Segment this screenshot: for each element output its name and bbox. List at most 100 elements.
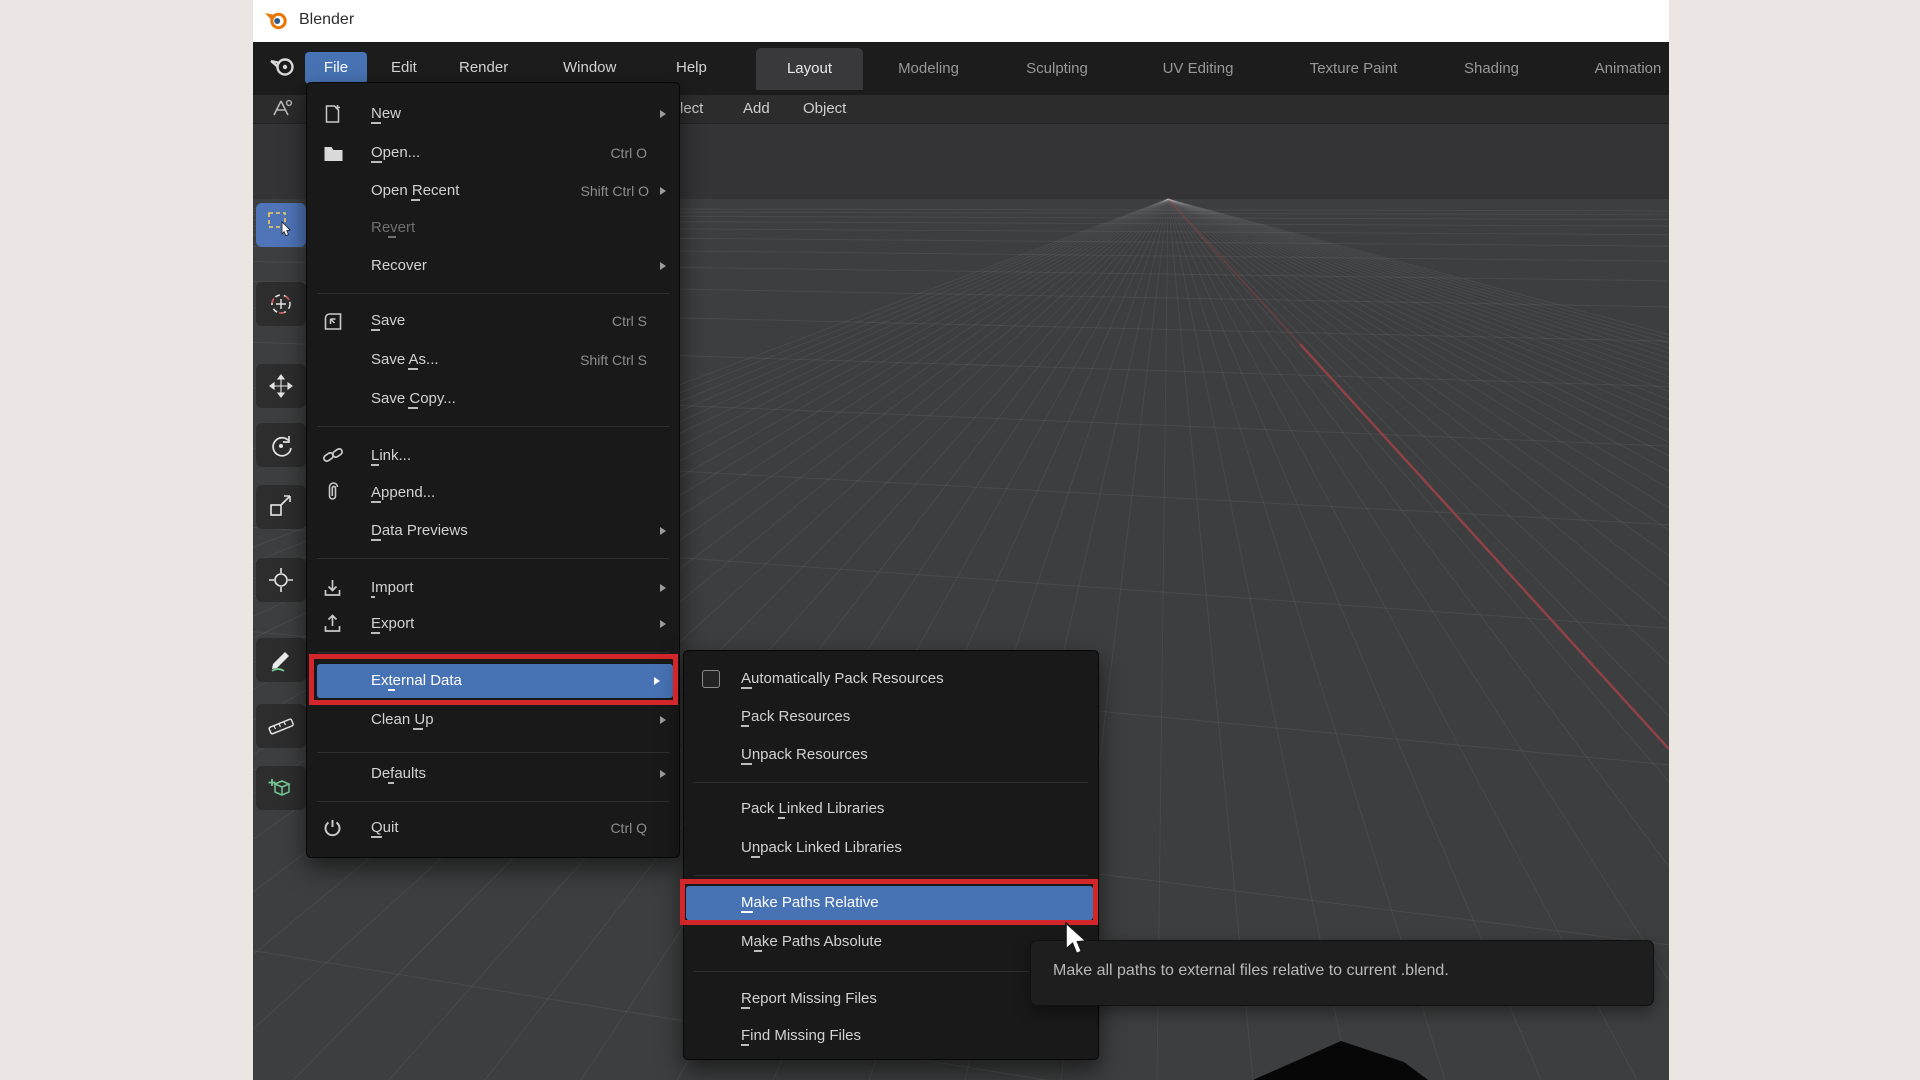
measure-icon (268, 718, 294, 735)
tool-add-cube[interactable] (256, 766, 306, 810)
menu-item-label: Data Previews (371, 522, 468, 539)
editor-type-icon[interactable] (270, 98, 294, 120)
menu-item-unpack-linked-libraries[interactable]: Unpack Linked Libraries (684, 831, 1098, 865)
blender-logo-icon (265, 12, 287, 30)
annotation-box-make-paths-relative (680, 879, 1098, 925)
menu-item-open-recent[interactable]: Open Recent Shift Ctrl O (307, 174, 679, 208)
menu-edit[interactable]: Edit (383, 52, 425, 84)
menu-item-automatically-pack-resources[interactable]: Automatically Pack Resources (684, 662, 1098, 696)
submenu-arrow-icon (660, 527, 666, 535)
menu-item-label: Report Missing Files (741, 990, 877, 1007)
viewport-menu-select-partial[interactable]: lect (680, 99, 703, 119)
menu-item-label: Revert (371, 219, 416, 236)
tool-scale[interactable] (256, 485, 306, 529)
accelerator-underline (371, 539, 381, 541)
tab-animation[interactable]: Animation (1578, 48, 1669, 90)
accelerator-underline (371, 161, 382, 163)
power-icon (321, 817, 345, 839)
menu-separator (317, 293, 669, 294)
menu-separator (317, 801, 669, 802)
accelerator-underline (371, 464, 379, 466)
menu-item-defaults[interactable]: Defaults (307, 757, 679, 791)
tab-texture-paint[interactable]: Texture Paint (1287, 48, 1420, 90)
menu-item-label: Pack Resources (741, 708, 851, 725)
accelerator-underline (754, 950, 762, 952)
menu-separator (694, 875, 1088, 876)
menu-separator (317, 752, 669, 753)
menu-item-label: Export (371, 615, 415, 632)
accelerator-underline (741, 725, 749, 727)
menu-item-pack-linked-libraries[interactable]: Pack Linked Libraries (684, 792, 1098, 826)
menu-item-recover[interactable]: Recover (307, 249, 679, 283)
menu-item-label: Append... (371, 484, 436, 501)
menu-item-find-missing-files[interactable]: Find Missing Files (684, 1019, 1098, 1053)
menu-item-save-as[interactable]: Save As... Shift Ctrl S (307, 343, 679, 377)
menu-item-unpack-resources[interactable]: Unpack Resources (684, 738, 1098, 772)
menu-item-label: New (371, 105, 402, 122)
accelerator-underline (388, 236, 396, 238)
tab-shading[interactable]: Shading (1453, 48, 1530, 90)
submenu-arrow-icon (660, 187, 666, 195)
viewport-menu-add[interactable]: Add (743, 99, 770, 119)
menu-help[interactable]: Help (668, 52, 715, 84)
tool-annotate[interactable] (256, 638, 306, 682)
menu-item-label: Import (371, 579, 414, 596)
import-icon (321, 577, 345, 599)
menu-item-save[interactable]: Save Ctrl S (307, 304, 679, 338)
cursor-icon (271, 294, 291, 314)
file-menu-panel: New Open... Ctrl O Open Recent Shift Ctrl O R… (306, 82, 680, 858)
menu-file[interactable]: File (305, 52, 367, 84)
menu-item-label: Pack Linked Libraries (741, 800, 885, 817)
submenu-arrow-icon (660, 584, 666, 592)
accelerator-underline (741, 687, 752, 689)
blender-icon[interactable] (269, 53, 297, 79)
menu-item-quit[interactable]: Quit Ctrl Q (307, 811, 679, 845)
tab-uv-editing[interactable]: UV Editing (1146, 48, 1250, 90)
submenu-arrow-icon (660, 770, 666, 778)
menu-item-save-copy[interactable]: Save Copy... (307, 382, 679, 416)
window-title: Blender (299, 11, 355, 28)
submenu-arrow-icon (660, 716, 666, 724)
menu-item-export[interactable]: Export (307, 607, 679, 641)
accelerator-underline (371, 501, 381, 503)
accelerator-underline (371, 836, 382, 838)
tab-sculpting[interactable]: Sculpting (1010, 48, 1104, 90)
tool-move[interactable] (256, 364, 306, 408)
menu-item-label: Unpack Resources (741, 746, 868, 763)
menu-item-append[interactable]: Append... (307, 476, 679, 510)
accelerator-underline (411, 199, 420, 201)
tool-measure[interactable] (256, 704, 306, 748)
tab-modeling[interactable]: Modeling (884, 48, 973, 90)
menu-window[interactable]: Window (555, 52, 624, 84)
menu-item-link[interactable]: Link... (307, 439, 679, 473)
select-box-icon (268, 212, 291, 237)
mouse-cursor-icon (1065, 922, 1088, 955)
menu-item-label: Save As... (371, 351, 439, 368)
save-icon (321, 310, 345, 332)
accelerator-underline (388, 782, 394, 784)
paperclip-icon (321, 482, 345, 504)
scale-icon (270, 495, 291, 516)
menu-item-clean-up[interactable]: Clean Up (307, 703, 679, 737)
annotation-box-external-data (309, 654, 678, 705)
menu-item-open[interactable]: Open... Ctrl O (307, 136, 679, 170)
checkbox-unchecked[interactable] (702, 670, 720, 688)
accelerator-underline (408, 368, 418, 370)
shortcut-label: Ctrl S (612, 313, 647, 329)
menu-item-import[interactable]: Import (307, 571, 679, 605)
tool-transform[interactable] (256, 558, 306, 602)
tool-cursor[interactable] (256, 282, 306, 326)
annotate-icon (271, 652, 289, 672)
tool-rotate[interactable] (256, 423, 306, 467)
viewport-menu-object[interactable]: Object (803, 99, 846, 119)
accelerator-underline (408, 407, 418, 409)
menu-render[interactable]: Render (451, 52, 516, 84)
accelerator-underline (741, 1007, 750, 1009)
menu-item-pack-resources[interactable]: Pack Resources (684, 700, 1098, 734)
menu-item-revert[interactable]: Revert (307, 211, 679, 245)
menu-item-data-previews[interactable]: Data Previews (307, 514, 679, 548)
tab-layout[interactable]: Layout (756, 48, 863, 90)
tool-select-box[interactable] (256, 203, 306, 247)
menu-item-new[interactable]: New (307, 97, 679, 131)
accelerator-underline (741, 1044, 749, 1046)
